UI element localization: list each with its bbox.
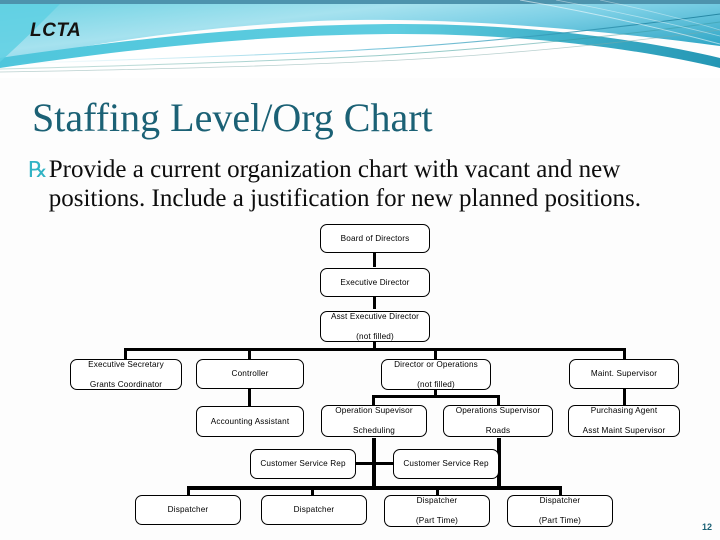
org-node-execsec[interactable]: Executive Secretary Grants Coordinator xyxy=(70,359,182,390)
org-node-board[interactable]: Board of Directors xyxy=(320,224,430,253)
org-node-line: Roads xyxy=(485,426,511,435)
org-node-line: Director or Operations xyxy=(394,359,478,369)
connector-row4-bus xyxy=(125,348,625,351)
org-node-line: Purchasing Agent xyxy=(590,406,658,415)
connector-dispatcher-bus xyxy=(187,486,562,490)
org-node-dispatcher-1[interactable]: Dispatcher xyxy=(135,495,241,525)
org-node-opsuproads[interactable]: Operations Supervisor Roads xyxy=(443,405,553,437)
org-node-line: Operation Supevisor xyxy=(335,406,413,415)
connector-board-execdir xyxy=(373,252,376,267)
org-node-line: Board of Directors xyxy=(340,233,410,243)
org-node-purchagent[interactable]: Purchasing Agent Asst Maint Supervisor xyxy=(568,405,680,437)
org-node-dispatcher-3[interactable]: Dispatcher (Part Time) xyxy=(384,495,490,527)
org-node-line: Customer Service Rep xyxy=(403,459,489,468)
org-node-line: Dispatcher xyxy=(167,505,209,514)
connector-controller-acct xyxy=(248,388,251,406)
org-node-csr-1[interactable]: Customer Service Rep xyxy=(250,449,356,479)
org-node-execdir[interactable]: Executive Director xyxy=(320,268,430,297)
org-node-opsupsched[interactable]: Operation Supevisor Scheduling xyxy=(321,405,427,437)
connector-maint-purch xyxy=(623,388,626,406)
org-node-maintsup[interactable]: Maint. Supervisor xyxy=(569,359,679,389)
connector-csr-link xyxy=(355,462,395,465)
org-node-line: Scheduling xyxy=(352,426,395,435)
org-node-dirops[interactable]: Director or Operations (not filled) xyxy=(381,359,491,390)
org-node-line: Asst Executive Director xyxy=(330,311,420,321)
slide-canvas: LCTA Staffing Level/Org Chart ℞ Provide … xyxy=(0,0,720,540)
org-node-line: Customer Service Rep xyxy=(260,459,346,468)
org-node-line: (Part Time) xyxy=(538,516,582,525)
org-node-line: Executive Secretary xyxy=(88,359,164,369)
connector-execdir-asstexec xyxy=(373,296,376,309)
org-node-controller[interactable]: Controller xyxy=(196,359,304,389)
org-node-line: (not filled) xyxy=(356,331,394,341)
lcta-logo: LCTA xyxy=(30,20,82,41)
org-node-asstexec[interactable]: Asst Executive Director (not filled) xyxy=(320,311,430,342)
org-node-line: Grants Coordinator xyxy=(89,379,163,389)
org-node-csr-2[interactable]: Customer Service Rep xyxy=(393,449,499,479)
org-node-line: Maint. Supervisor xyxy=(590,369,658,378)
org-node-line: (Part Time) xyxy=(415,516,459,525)
connector-row5-bus xyxy=(373,395,499,398)
org-node-line: (not filled) xyxy=(417,379,455,389)
org-chart: Board of Directors Executive Director As… xyxy=(0,0,720,540)
org-node-line: Executive Director xyxy=(340,277,410,287)
org-node-line: Dispatcher xyxy=(539,496,581,505)
org-node-line: Asst Maint Supervisor xyxy=(582,426,666,435)
org-node-acctasst[interactable]: Accounting Assistant xyxy=(196,406,304,437)
org-node-line: Dispatcher xyxy=(416,496,458,505)
org-node-line: Dispatcher xyxy=(293,505,335,514)
page-number: 12 xyxy=(701,522,712,532)
org-node-dispatcher-2[interactable]: Dispatcher xyxy=(261,495,367,525)
org-node-dispatcher-4[interactable]: Dispatcher (Part Time) xyxy=(507,495,613,527)
org-node-line: Accounting Assistant xyxy=(210,416,290,426)
org-node-line: Controller xyxy=(231,369,269,378)
org-node-line: Operations Supervisor xyxy=(455,406,541,415)
